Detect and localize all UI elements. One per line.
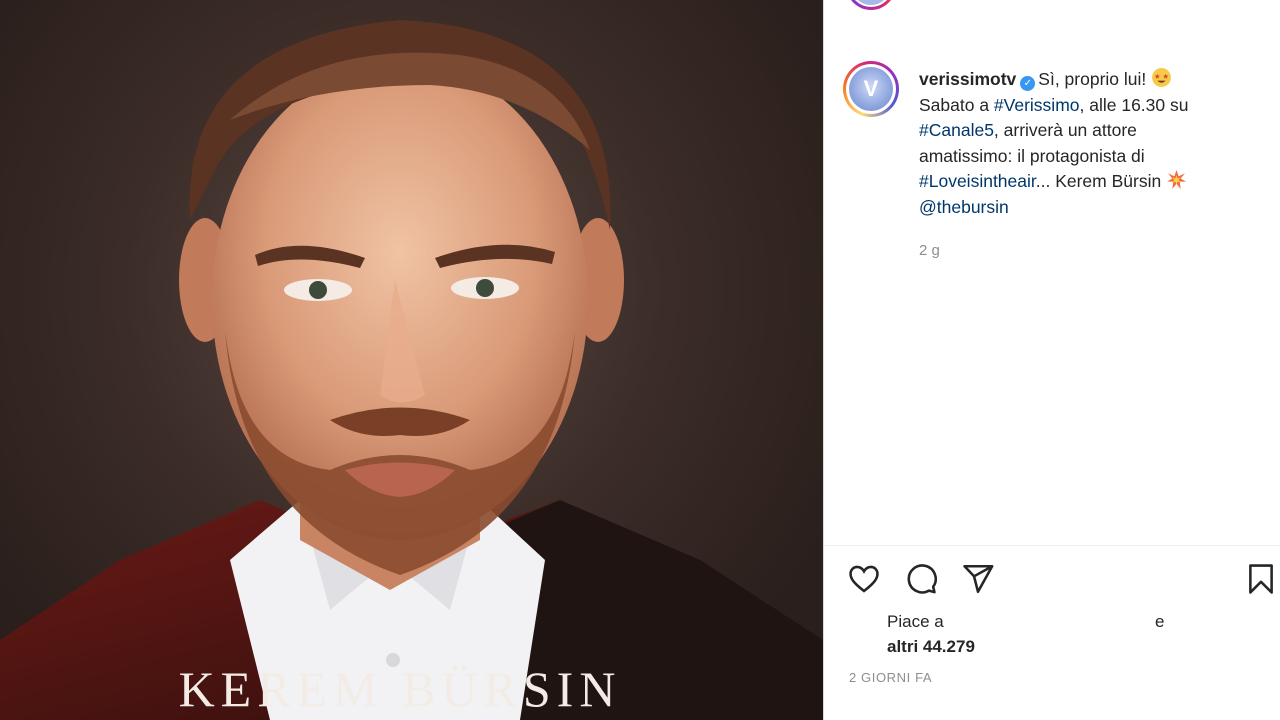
portrait-illustration	[0, 20, 823, 720]
post-image[interactable]: KEREM BÜRSIN	[0, 0, 823, 720]
collision-emoji-icon	[1167, 170, 1187, 189]
post-age-short[interactable]: 2 g	[919, 242, 940, 259]
star-struck-emoji-icon	[1152, 68, 1172, 87]
likes-summary: Piace a e altri 44.279	[887, 609, 1217, 659]
divider	[824, 545, 1280, 546]
hashtag-verissimo[interactable]: #Verissimo	[994, 95, 1080, 115]
verissimo-logo-icon: V	[849, 67, 893, 111]
comment-icon	[907, 564, 937, 594]
caption-text-4: , arriverà un attore	[993, 120, 1137, 140]
caption-text-2: Sabato a	[919, 94, 994, 115]
heart-icon	[849, 565, 879, 593]
bookmark-icon	[1249, 564, 1273, 594]
share-icon	[963, 564, 994, 594]
username-link[interactable]: verissimotv	[919, 69, 1016, 89]
save-button[interactable]	[1244, 562, 1278, 596]
caption-text-3: , alle 16.30 su	[1079, 94, 1189, 115]
comment-button[interactable]	[904, 562, 938, 596]
likes-prefix: Piace a	[887, 612, 944, 631]
like-button[interactable]	[847, 562, 881, 596]
likes-suffix: e	[1155, 612, 1165, 631]
post-timestamp[interactable]: 2 GIORNI FA	[849, 670, 932, 685]
likes-count-link[interactable]: altri 44.279	[887, 637, 975, 656]
hashtag-canale5[interactable]: #Canale5	[919, 120, 994, 140]
post-side-panel: V verissimotv ✓ Sì, proprio lui! Sabato a …	[823, 0, 1280, 720]
header-avatar[interactable]	[846, 0, 896, 10]
caption-text-5: amatissimo: il protagonista di	[919, 145, 1145, 166]
verified-badge-icon: ✓	[1020, 76, 1036, 91]
post-caption: verissimotv ✓ Sì, proprio lui! Sabato a #V…	[919, 67, 1259, 220]
caption-text-6: ... Kerem Bürsin	[1035, 171, 1162, 191]
caption-text-1: Sì, proprio lui!	[1038, 69, 1147, 89]
mention-link[interactable]: @thebursin	[919, 197, 1009, 217]
avatar[interactable]: V	[843, 61, 899, 117]
hashtag-loveisintheair[interactable]: #Loveisintheair	[919, 171, 1036, 191]
photo-name-overlay: KEREM BÜRSIN	[178, 661, 622, 717]
share-button[interactable]	[961, 562, 995, 596]
